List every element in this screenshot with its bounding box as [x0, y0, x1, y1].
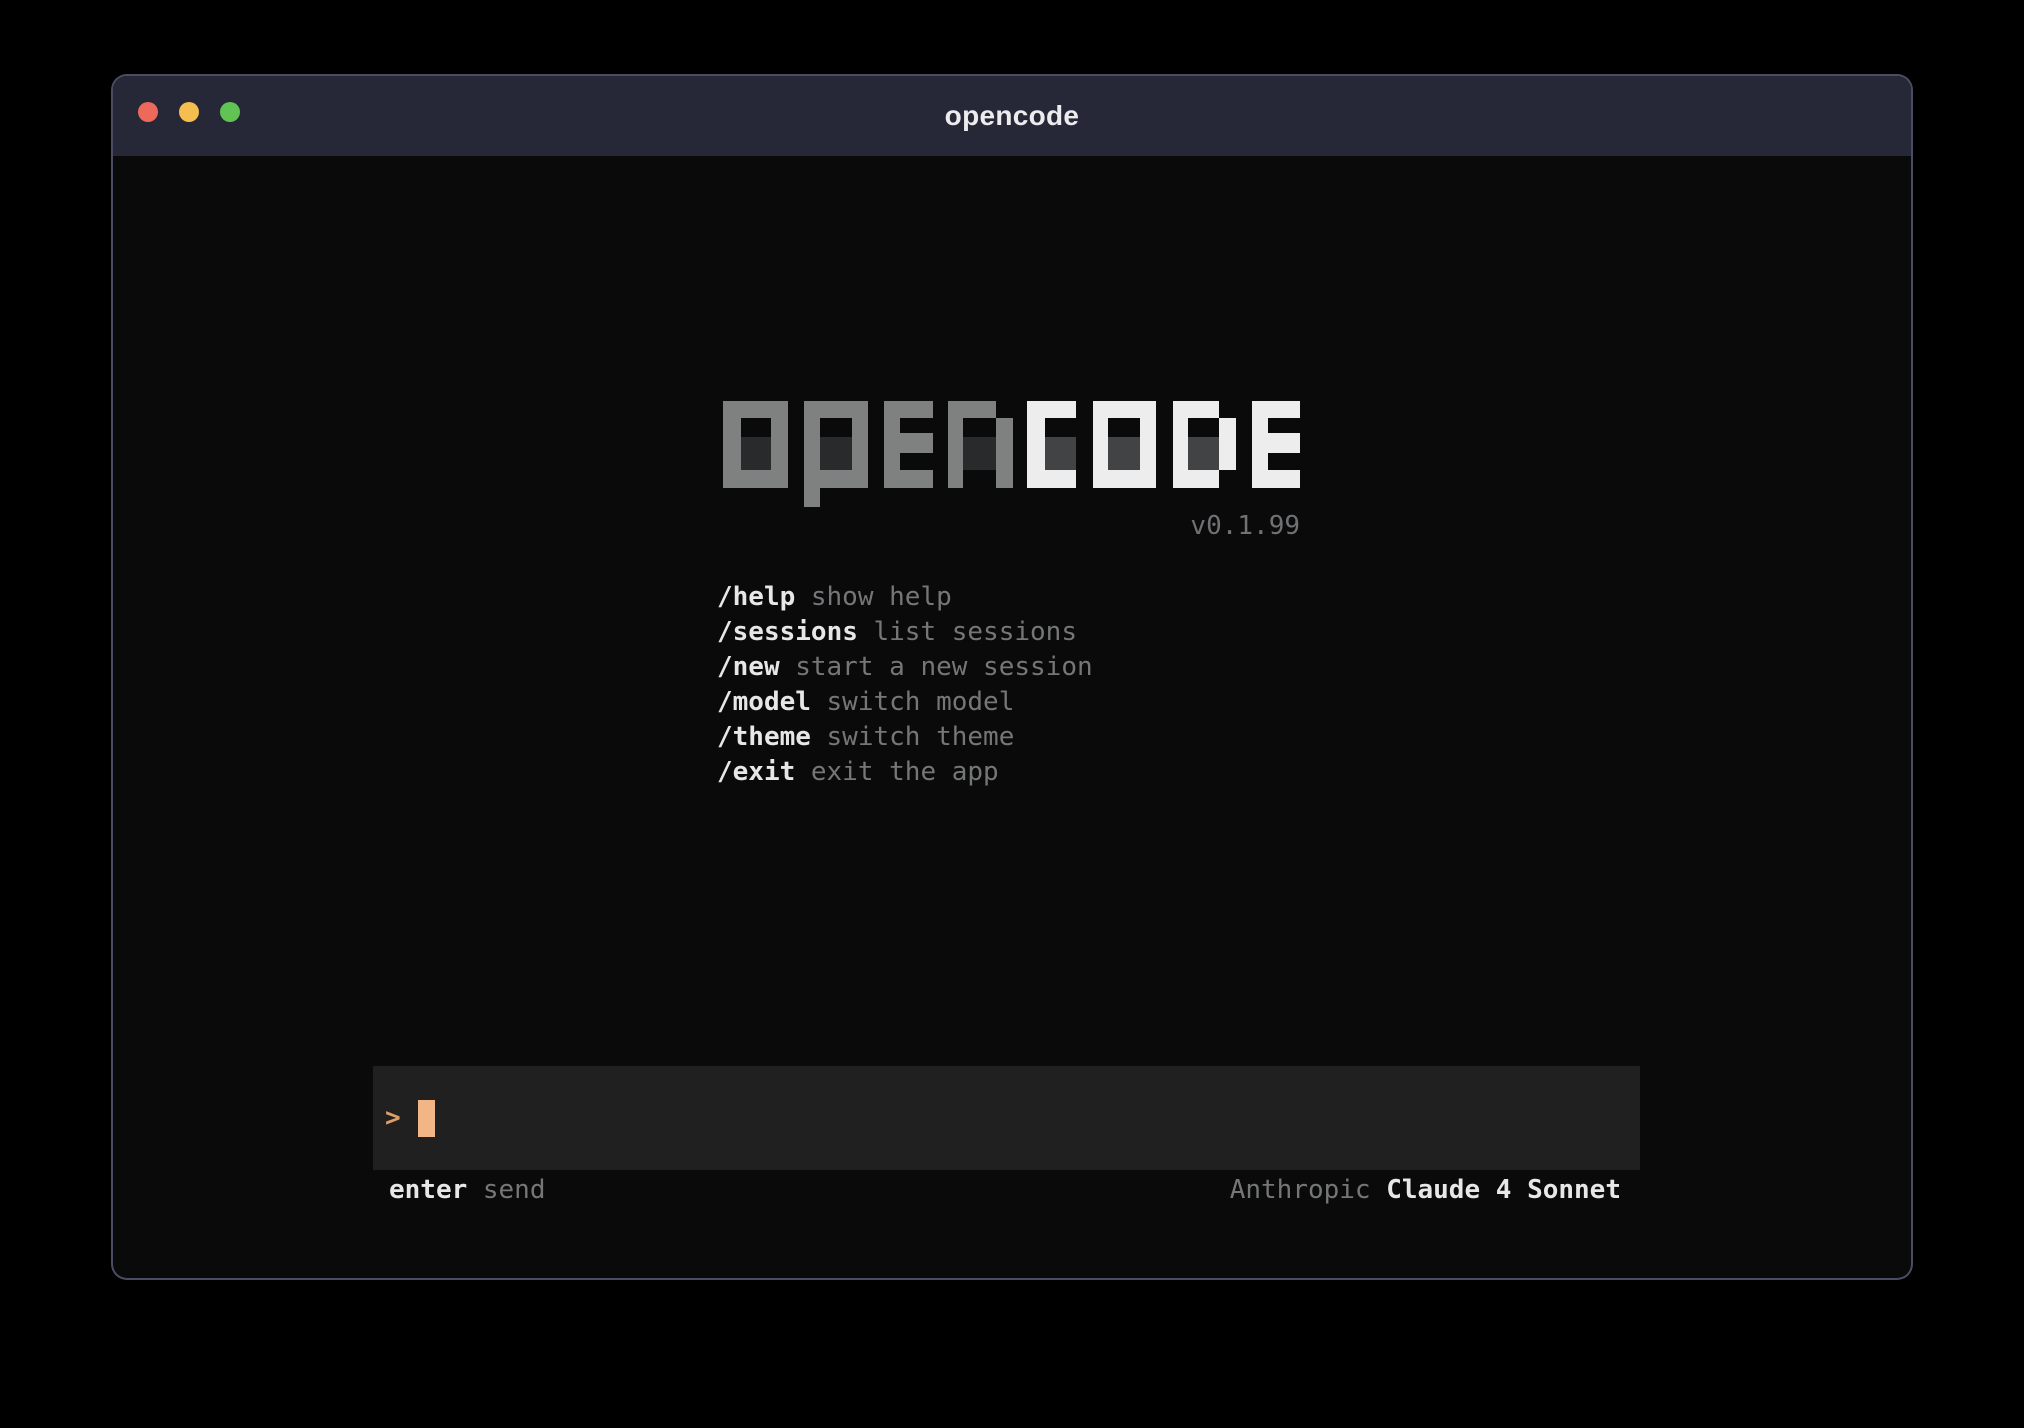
prompt-chevron-icon: > [385, 1103, 401, 1133]
model-name: Claude 4 Sonnet [1386, 1175, 1621, 1205]
command-description: switch theme [827, 722, 1015, 752]
close-button[interactable] [138, 102, 158, 122]
model-indicator: Anthropic Claude 4 Sonnet [1230, 1175, 1621, 1205]
command-description: switch model [827, 687, 1015, 717]
command-list: /help show help /sessions list sessions … [717, 579, 1093, 789]
keybind-key: enter [389, 1175, 467, 1205]
command-name: /exit [717, 757, 795, 787]
text-cursor [418, 1100, 435, 1137]
command-list-item: /new start a new session [717, 649, 1093, 684]
app-window: opencode [113, 76, 1911, 1278]
command-name: /sessions [717, 617, 858, 647]
status-bar: enter send Anthropic Claude 4 Sonnet [373, 1172, 1640, 1208]
minimize-button[interactable] [179, 102, 199, 122]
command-list-item: /exit exit the app [717, 754, 1093, 789]
keybind-action: send [483, 1175, 546, 1205]
command-name: /help [717, 582, 795, 612]
command-name: /theme [717, 722, 811, 752]
zoom-button[interactable] [220, 102, 240, 122]
version-label: v0.1.99 [723, 513, 1300, 539]
desktop-background: opencode [0, 0, 2024, 1428]
window-titlebar[interactable]: opencode [113, 76, 1911, 156]
window-title: opencode [945, 100, 1080, 132]
command-list-item: /help show help [717, 579, 1093, 614]
keybind-hint: enter send [389, 1175, 546, 1205]
command-list-item: /model switch model [717, 684, 1093, 719]
command-list-item: /theme switch theme [717, 719, 1093, 754]
model-provider: Anthropic [1230, 1175, 1371, 1205]
command-name: /new [717, 652, 780, 682]
command-description: list sessions [873, 617, 1077, 647]
command-description: exit the app [811, 757, 999, 787]
command-description: start a new session [795, 652, 1092, 682]
command-list-item: /sessions list sessions [717, 614, 1093, 649]
traffic-lights [138, 102, 240, 122]
opencode-logo [723, 401, 1300, 507]
command-description: show help [811, 582, 952, 612]
prompt-input[interactable]: > [373, 1066, 1640, 1170]
command-name: /model [717, 687, 811, 717]
